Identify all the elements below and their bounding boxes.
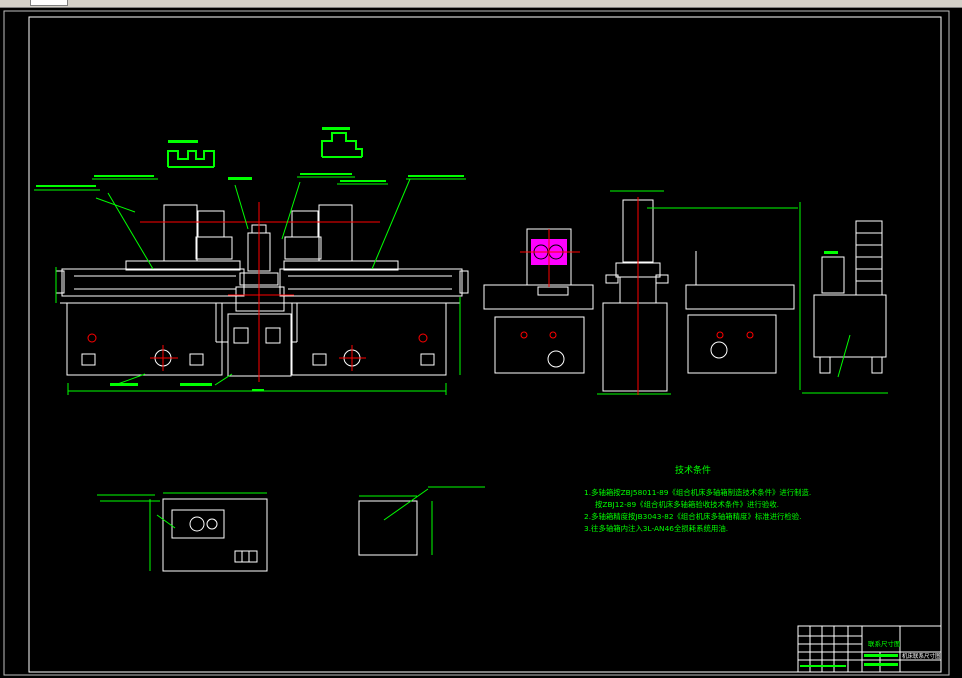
cad-drawing-canvas[interactable]: 技术条件 1.多轴箱按ZBJ58011-89《组合机床多轴箱制造技术条件》进行制… <box>0 7 962 678</box>
front-view-dimensions <box>34 176 466 395</box>
front-view-dimension-labels <box>36 127 464 391</box>
small-box-view <box>358 500 418 556</box>
side-view-3 <box>685 251 795 374</box>
side-view-4-dimensions <box>802 251 888 394</box>
front-view-machine <box>55 204 469 377</box>
tech-requirements-line-4: 3.往多轴箱内注入3L-AN46全损耗系统用油. <box>584 524 728 533</box>
tech-requirements-line-3: 2.多轴箱精度按JB3043-82《组合机床多轴箱精度》标准进行检验. <box>584 512 802 521</box>
side-view-2 <box>602 199 669 392</box>
tech-requirements-heading: 技术条件 <box>675 464 711 476</box>
sheet-inner-frame <box>28 16 942 673</box>
small-box-dimensions <box>359 486 485 555</box>
title-block-subtitle: 机床联系尺寸图 <box>902 652 941 660</box>
plan-view <box>162 498 268 572</box>
side-view-4 <box>813 220 887 374</box>
sheet-outer-border <box>3 10 950 676</box>
model-tab-stub[interactable] <box>30 0 68 6</box>
side-view-2-dimensions <box>597 190 801 395</box>
work-cycle-diagram-left <box>167 150 215 168</box>
title-block-drawing-name: 联系尺寸图 <box>868 639 901 648</box>
tech-requirements-line-1: 1.多轴箱按ZBJ58011-89《组合机床多轴箱制造技术条件》进行制造. <box>584 488 811 497</box>
tech-requirements-line-2: 按ZBJ12-89《组合机床多轴箱验收技术条件》进行验收. <box>595 500 779 509</box>
front-view-centerlines <box>140 202 380 382</box>
work-cycle-diagram-right <box>321 132 363 158</box>
